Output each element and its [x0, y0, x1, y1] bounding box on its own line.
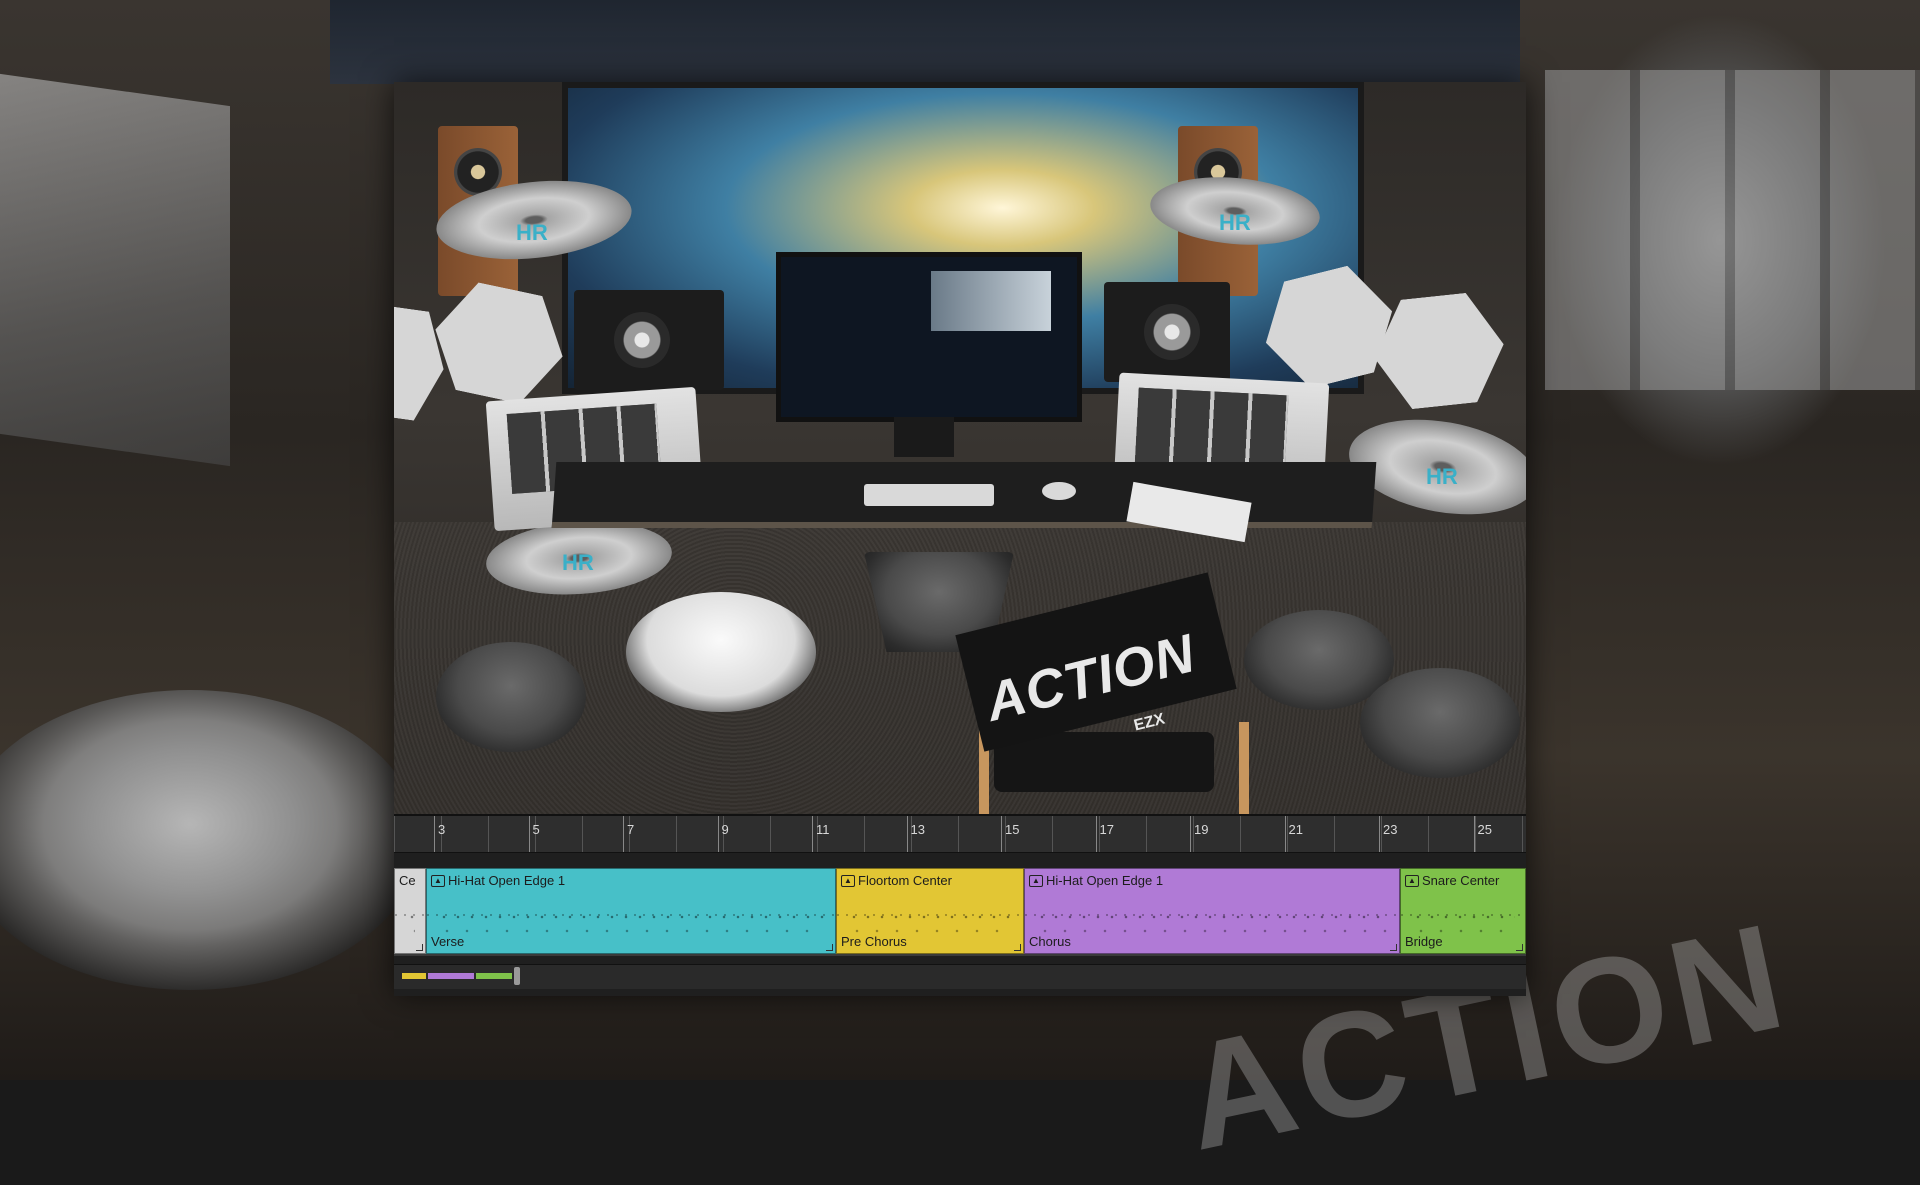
studio-monitor-left — [574, 290, 724, 390]
clip-name: ▲ Hi-Hat Open Edge 1 — [1029, 873, 1163, 888]
overview-scroll-handle[interactable] — [514, 967, 520, 985]
bar-ruler[interactable]: 3 5 7 9 11 13 15 17 19 21 23 25 — [394, 816, 1526, 853]
clip-resize-handle[interactable] — [1516, 944, 1523, 951]
ruler-tick-line — [1379, 816, 1380, 852]
ruler-tick-label: 11 — [816, 822, 830, 837]
ruler-tick-label: 19 — [1194, 822, 1209, 837]
song-track-timeline: 3 5 7 9 11 13 15 17 19 21 23 25 Ce ▲ Hi-Hat Open Edge… — [394, 814, 1526, 996]
monitor-video-preview — [931, 271, 1051, 331]
ruler-tick-line — [1284, 816, 1286, 852]
monitor-stand — [894, 417, 954, 457]
midi-note-dots — [437, 911, 825, 923]
ruler-tick-label: 3 — [438, 822, 446, 837]
midi-note-dots — [1411, 911, 1515, 923]
song-track-lane: Ce ▲ Hi-Hat Open Edge 1 Verse ▲ Floortom Cent… — [394, 868, 1526, 956]
ruler-tick-line — [623, 816, 624, 852]
midi-note-dots — [847, 911, 1013, 923]
ruler-tick-label: 9 — [721, 822, 729, 837]
midi-note-dots — [437, 925, 825, 937]
drum-pattern-icon: ▲ — [1029, 874, 1043, 887]
cymbal-brand-label: HR — [1219, 210, 1251, 235]
clip-name-text: Floortom Center — [858, 873, 952, 888]
ruler-tick-label: 5 — [532, 822, 540, 837]
clip-name: ▲ Snare Center — [1405, 873, 1499, 888]
ruler-tick-label: 15 — [1005, 822, 1020, 837]
clip-resize-handle[interactable] — [1014, 944, 1021, 951]
hex-pad-far-right[interactable] — [1369, 290, 1510, 413]
ruler-tick-line — [812, 816, 813, 852]
clip-section-label: Pre Chorus — [841, 934, 907, 949]
overview-segment — [402, 973, 426, 979]
song-part-clip[interactable]: ▲ Floortom Center Pre Chorus — [836, 868, 1024, 954]
ruler-tick-line — [717, 816, 719, 852]
cymbal-brand-label: HR — [516, 220, 548, 245]
floor-tom-pad-left[interactable] — [436, 642, 586, 752]
drum-plugin-window: HR HR HR HR ACTION EZX 3 5 7 9 11 13 15 17 19 2 — [394, 82, 1526, 996]
clip-section-label: Chorus — [1029, 934, 1071, 949]
midi-note-dots — [1035, 925, 1389, 937]
ruler-tick-line — [906, 816, 908, 852]
drum-pattern-icon: ▲ — [1405, 874, 1419, 887]
ruler-tick-line — [1095, 816, 1097, 852]
ruler-tick-label: 23 — [1383, 822, 1398, 837]
clip-name-text: Snare Center — [1422, 873, 1500, 888]
clip-name-text: Hi-Hat Open Edge 1 — [1046, 873, 1164, 888]
clip-name-text: Ce — [399, 873, 416, 888]
clip-name: ▲ Floortom Center — [841, 873, 952, 888]
clip-name: ▲ Hi-Hat Open Edge 1 — [431, 873, 565, 888]
midi-note-dots — [1035, 911, 1389, 923]
song-part-clip[interactable]: ▲ Hi-Hat Open Edge 1 Chorus — [1024, 868, 1400, 954]
song-part-clip[interactable]: Ce — [394, 868, 426, 954]
song-part-clip[interactable]: ▲ Hi-Hat Open Edge 1 Verse — [426, 868, 836, 954]
clip-name-text: Hi-Hat Open Edge 1 — [448, 873, 566, 888]
cymbal-brand-label: HR — [562, 550, 594, 575]
ruler-tick-line — [434, 816, 435, 852]
ruler-tick-label: 25 — [1477, 822, 1492, 837]
clip-resize-handle[interactable] — [826, 944, 833, 951]
background-right-pad — [1545, 70, 1920, 390]
ruler-tick-label: 13 — [910, 822, 925, 837]
ruler-tick-line — [1473, 816, 1475, 852]
midi-note-dots — [405, 925, 415, 937]
snare-drum[interactable] — [626, 592, 816, 712]
clip-section-label: Verse — [431, 934, 465, 949]
ruler-tick-label: 7 — [627, 822, 635, 837]
clip-name: Ce — [399, 873, 416, 888]
ruler-tick-line — [1190, 816, 1191, 852]
drum-kit-scene: HR HR HR HR ACTION EZX — [394, 82, 1526, 814]
ruler-tick-line — [1001, 816, 1002, 852]
overview-segment — [428, 973, 474, 979]
midi-note-dots — [405, 911, 415, 923]
timeline-overview-bar[interactable] — [394, 964, 1526, 989]
studio-monitor-right — [1104, 282, 1230, 382]
computer-monitor — [776, 252, 1082, 422]
computer-keyboard — [864, 484, 994, 506]
background-left-panel — [0, 73, 230, 467]
song-part-clip[interactable]: ▲ Snare Center Bridge — [1400, 868, 1526, 954]
drum-pattern-icon: ▲ — [431, 874, 445, 887]
overview-segment — [476, 973, 512, 979]
computer-mouse — [1042, 482, 1076, 500]
drum-pattern-icon: ▲ — [841, 874, 855, 887]
hex-pad-far-left[interactable] — [394, 302, 451, 423]
ruler-tick-label: 21 — [1288, 822, 1303, 837]
background-daw-strip — [330, 0, 1520, 84]
floor-tom-pad-right[interactable] — [1360, 668, 1520, 778]
clip-resize-handle[interactable] — [1390, 944, 1397, 951]
clip-section-label: Bridge — [1405, 934, 1443, 949]
clip-resize-handle[interactable] — [416, 944, 423, 951]
cymbal-brand-label: HR — [1426, 464, 1458, 489]
ruler-tick-line — [528, 816, 530, 852]
ruler-tick-label: 17 — [1099, 822, 1114, 837]
